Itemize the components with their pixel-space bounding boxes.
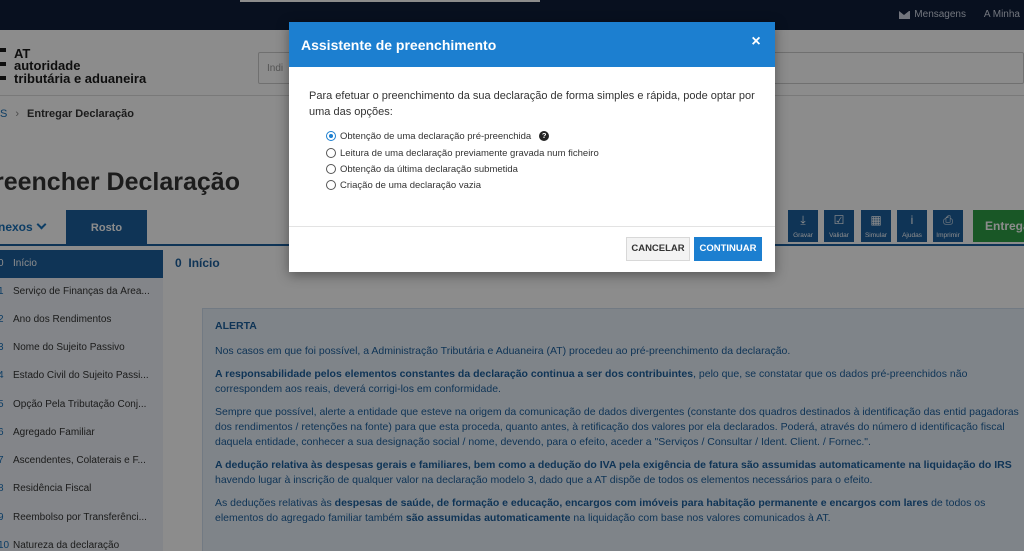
option-empty-label: Criação de uma declaração vazia [340, 179, 481, 191]
option-prefilled-label: Obtenção de uma declaração pré-preenchid… [340, 130, 532, 142]
radio-prefilled[interactable] [326, 131, 336, 141]
dialog-title: Assistente de preenchimento [301, 37, 497, 53]
cancel-button[interactable]: CANCELAR [626, 237, 690, 261]
dialog-header: Assistente de preenchimento × [289, 22, 775, 67]
radio-last-submitted[interactable] [326, 164, 336, 174]
radio-from-file[interactable] [326, 148, 336, 158]
option-from-file[interactable]: Leitura de uma declaração previamente gr… [326, 145, 746, 161]
option-from-file-label: Leitura de uma declaração previamente gr… [340, 147, 599, 159]
help-icon[interactable]: ? [539, 131, 550, 141]
option-last-submitted[interactable]: Obtenção da última declaração submetida [326, 161, 746, 177]
dialog-divider [289, 226, 775, 227]
dialog-intro: Para efetuar o preenchimento da sua decl… [309, 90, 755, 118]
continue-button[interactable]: CONTINUAR [694, 237, 762, 261]
option-last-submitted-label: Obtenção da última declaração submetida [340, 163, 518, 175]
close-icon[interactable]: × [749, 34, 763, 50]
radio-empty[interactable] [326, 180, 336, 190]
fill-assistant-dialog: Assistente de preenchimento × Para efetu… [289, 22, 775, 272]
option-prefilled[interactable]: Obtenção de uma declaração pré-preenchid… [326, 128, 746, 144]
option-empty[interactable]: Criação de uma declaração vazia [326, 177, 746, 193]
